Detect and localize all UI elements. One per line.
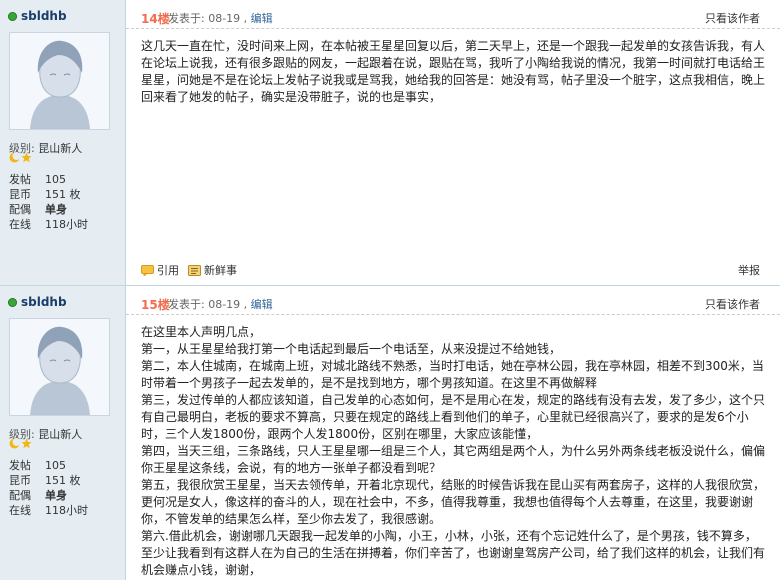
stat-value: 118小时 (45, 218, 88, 231)
stat-value: 单身 (45, 203, 67, 216)
post-main: 15楼 发表于: 08-19 , 编辑 只看该作者 在这里本人声明几点， 第一，… (126, 286, 780, 580)
news-button[interactable]: 新鲜事 (188, 262, 237, 278)
author-row: sbldhb (8, 9, 67, 23)
author-sidebar: sbldhb 级别: 昆山新人 发帖 105 昆币 151 枚 配偶 单身 在线 118… (0, 286, 126, 580)
post-main: 14楼 发表于: 08-19 , 编辑 只看该作者 这几天一直在忙，没时间来上网… (126, 0, 780, 285)
floor-number[interactable]: 15楼 (141, 296, 170, 313)
stat-row: 发帖 105 (9, 458, 88, 473)
post-time: 发表于: 08-19 , (168, 298, 251, 311)
post-paragraph: 第五，我很欣赏王星星，当天去领传单，开着北京现代，结账的时候告诉我在昆山买有两套… (141, 478, 766, 526)
author-name[interactable]: sbldhb (21, 295, 67, 309)
post-paragraph: 第三，发过传单的人都应该知道，自己发单的心态如何，是不是用心在发，规定的路线有没… (141, 393, 766, 441)
star-icon (21, 438, 32, 449)
news-label: 新鲜事 (204, 264, 237, 277)
stat-label: 配偶 (9, 489, 31, 502)
quote-button[interactable]: 引用 (141, 262, 179, 278)
star-icon (21, 152, 32, 163)
stat-value: 单身 (45, 489, 67, 502)
edit-link[interactable]: 编辑 (251, 12, 273, 25)
floor-number[interactable]: 14楼 (141, 10, 170, 27)
stat-value: 151 枚 (45, 474, 81, 487)
news-icon (188, 264, 201, 276)
post-paragraph: 这几天一直在忙，没时间来上网，在本帖被王星星回复以后，第二天早上，还是一个跟我一… (141, 39, 766, 104)
level-stars (9, 438, 33, 449)
post-paragraph: 第二，本人住城南，在城南上班，对城北路线不熟悉，当时打电话，她在亭林公园，我在亭… (141, 359, 764, 390)
stat-row: 在线 118小时 (9, 503, 88, 518)
stat-label: 在线 (9, 218, 31, 231)
post-15: sbldhb 级别: 昆山新人 发帖 105 昆币 151 枚 配偶 单身 在线 118… (0, 285, 780, 580)
stat-row: 配偶 单身 (9, 202, 88, 217)
stat-label: 昆币 (9, 188, 31, 201)
author-row: sbldhb (8, 295, 67, 309)
user-stats: 发帖 105 昆币 151 枚 配偶 单身 在线 118小时 (9, 172, 88, 232)
stat-value: 151 枚 (45, 188, 81, 201)
avatar[interactable] (9, 318, 110, 416)
user-stats: 发帖 105 昆币 151 枚 配偶 单身 在线 118小时 (9, 458, 88, 518)
author-sidebar: sbldhb 级别: 昆山新人 发帖 105 昆币 151 枚 配偶 单身 在线 118… (0, 0, 126, 285)
level-value: 昆山新人 (38, 428, 83, 441)
stat-row: 在线 118小时 (9, 217, 88, 232)
author-only-link[interactable]: 只看该作者 (705, 10, 760, 26)
author-only-link[interactable]: 只看该作者 (705, 296, 760, 312)
stat-label: 在线 (9, 504, 31, 517)
author-name[interactable]: sbldhb (21, 9, 67, 23)
post-paragraph: 在这里本人声明几点， (141, 325, 262, 339)
post-14: sbldhb 级别: 昆山新人 发帖 105 昆币 151 枚 配偶 单身 在线 118… (0, 0, 780, 285)
stat-label: 配偶 (9, 203, 31, 216)
online-status-icon (8, 297, 17, 307)
post-header: 15楼 发表于: 08-19 , 编辑 只看该作者 (126, 286, 780, 315)
post-meta: 发表于: 08-19 , 编辑 (168, 10, 273, 26)
moon-icon (9, 438, 20, 449)
stat-value: 105 (45, 459, 66, 472)
quote-label: 引用 (157, 264, 179, 277)
moon-icon (9, 152, 20, 163)
stat-row: 配偶 单身 (9, 488, 88, 503)
level-value: 昆山新人 (38, 142, 83, 155)
post-content: 这几天一直在忙，没时间来上网，在本帖被王星星回复以后，第二天早上，还是一个跟我一… (141, 38, 766, 106)
stat-label: 发帖 (9, 459, 31, 472)
stat-value: 105 (45, 173, 66, 186)
edit-link[interactable]: 编辑 (251, 298, 273, 311)
post-paragraph: 第六.借此机会，谢谢哪几天跟我一起发单的小陶，小王，小林，小张，还有个忘记姓什么… (141, 529, 766, 577)
stat-label: 昆币 (9, 474, 31, 487)
stat-value: 118小时 (45, 504, 88, 517)
post-footer: 引用 新鲜事 举报 (126, 256, 780, 284)
stat-row: 发帖 105 (9, 172, 88, 187)
stat-row: 昆币 151 枚 (9, 187, 88, 202)
post-meta: 发表于: 08-19 , 编辑 (168, 296, 273, 312)
report-button[interactable]: 举报 (738, 262, 760, 278)
avatar[interactable] (9, 32, 110, 130)
post-paragraph: 第一，从王星星给我打第一个电话起到最后一个电话至，从来没提过不给她钱， (141, 342, 562, 356)
level-stars (9, 152, 33, 163)
stat-row: 昆币 151 枚 (9, 473, 88, 488)
online-status-icon (8, 11, 17, 21)
post-time: 发表于: 08-19 , (168, 12, 251, 25)
post-paragraph: 第四，当天三组，三条路线，只人王星星哪一组是三个人，其它两组是两个人，为什么另外… (141, 444, 766, 475)
post-header: 14楼 发表于: 08-19 , 编辑 只看该作者 (126, 0, 780, 29)
stat-label: 发帖 (9, 173, 31, 186)
post-content: 在这里本人声明几点， 第一，从王星星给我打第一个电话起到最后一个电话至，从来没提… (141, 324, 766, 579)
quote-icon (141, 264, 154, 276)
